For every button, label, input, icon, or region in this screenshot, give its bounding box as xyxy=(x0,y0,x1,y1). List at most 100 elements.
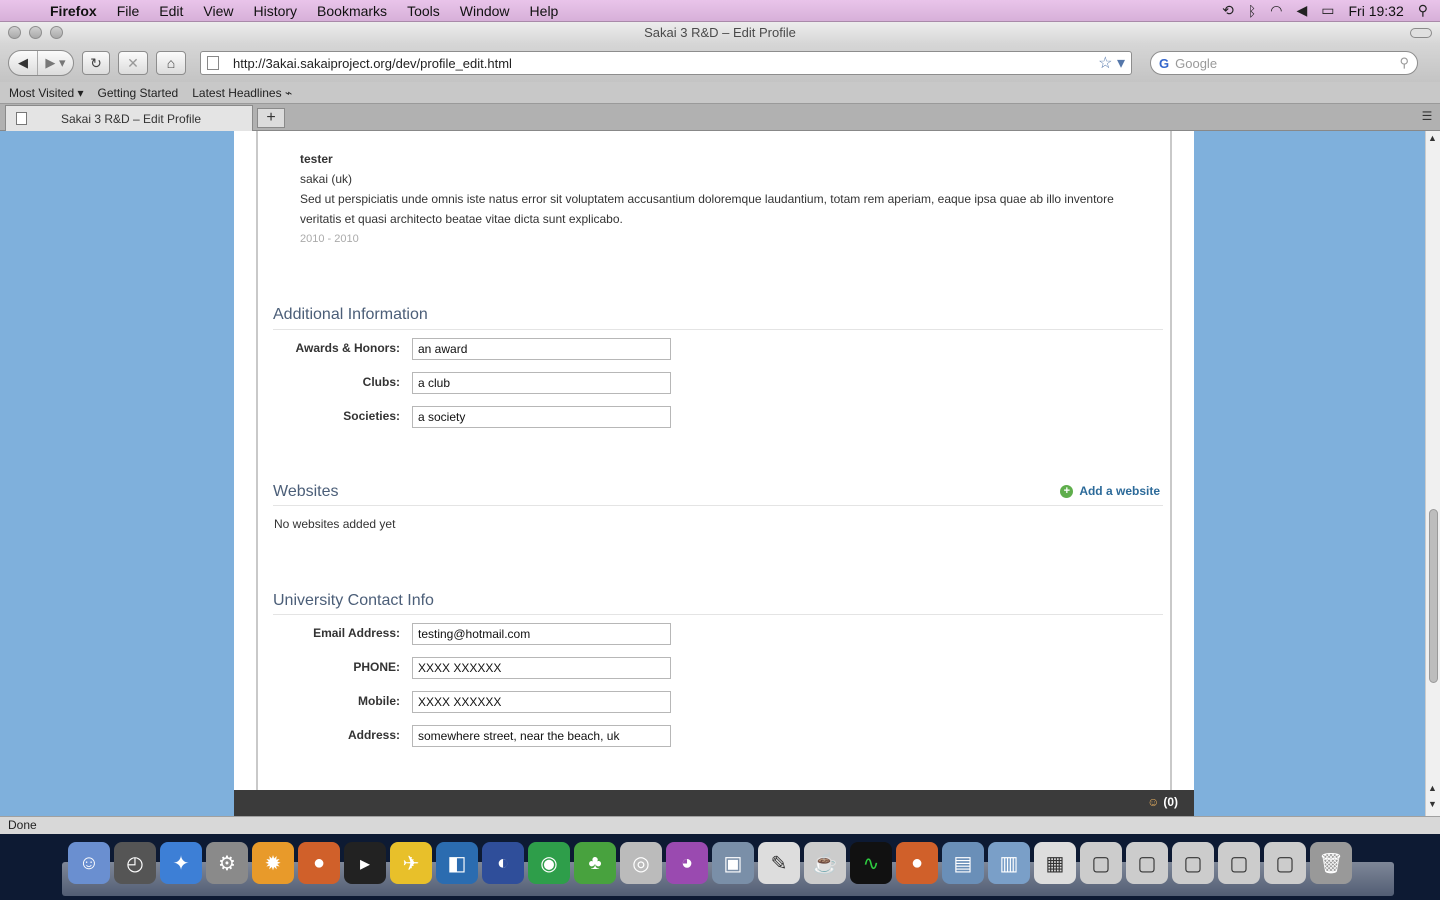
mamp-window-icon[interactable]: ▢ xyxy=(1080,842,1122,884)
web-viewport: tester sakai (uk) Sed ut perspiciatis un… xyxy=(0,131,1440,816)
clubs-input[interactable] xyxy=(412,372,671,394)
url-bar[interactable]: http://3akai.sakaiproject.org/dev/profil… xyxy=(200,51,1132,75)
education-name: tester xyxy=(300,152,333,166)
reload-icon[interactable]: ↻ xyxy=(82,51,110,75)
mac-menubar: Firefox File Edit View History Bookmarks… xyxy=(0,0,1440,22)
skype-icon[interactable]: ◎ xyxy=(620,842,662,884)
minimized-window-icon[interactable]: ▢ xyxy=(1126,842,1168,884)
minimized-window-icon[interactable]: ▢ xyxy=(1218,842,1260,884)
scroll-up-arrow-icon[interactable]: ▲ xyxy=(1428,783,1437,793)
time-machine-icon[interactable]: ⟲ xyxy=(1222,2,1234,19)
awards-input[interactable] xyxy=(412,338,671,360)
bluetooth-icon[interactable]: ᛒ xyxy=(1248,3,1256,19)
stop-icon[interactable]: ✕ xyxy=(118,51,148,75)
tab-page-icon xyxy=(16,112,27,125)
toolbar-toggle-button[interactable] xyxy=(1410,28,1432,38)
mac-dock: ☺ ◴ ✦ ⚙ ✹ ● ▸ ✈ ◧ ◐ ◉ ♣ ◎ ◕ ▣ ✎ ☕ ∿ ● ▤ … xyxy=(0,834,1440,900)
activity-monitor-icon[interactable]: ∿ xyxy=(850,842,892,884)
coffee-app-icon[interactable]: ☕ xyxy=(804,842,846,884)
section-title-websites: Websites xyxy=(273,483,339,500)
new-tab-button[interactable]: + xyxy=(257,108,285,128)
tab-edit-profile[interactable]: Sakai 3 R&D – Edit Profile xyxy=(5,105,253,131)
twitter-bird-icon[interactable]: ✈ xyxy=(390,842,432,884)
scroll-up-arrow-icon[interactable]: ▲ xyxy=(1428,133,1437,143)
minimized-window-icon[interactable]: ▢ xyxy=(1264,842,1306,884)
menu-file[interactable]: File xyxy=(107,3,150,19)
mobile-label: Mobile: xyxy=(358,694,400,708)
web-sharing-globe-icon[interactable]: ◕ xyxy=(666,842,708,884)
applications-folder-icon[interactable]: ▤ xyxy=(942,842,984,884)
status-bar: Done xyxy=(0,816,1440,834)
menu-bookmarks[interactable]: Bookmarks xyxy=(307,3,397,19)
list-all-tabs-icon[interactable]: ☰ xyxy=(1418,109,1436,125)
address-field[interactable] xyxy=(412,725,671,747)
mobile-field[interactable] xyxy=(412,691,671,713)
document-stack-icon[interactable]: ▦ xyxy=(1034,842,1076,884)
menu-tools[interactable]: Tools xyxy=(397,3,450,19)
rss-icon: ⌁ xyxy=(284,85,293,100)
preview-icon[interactable]: ▣ xyxy=(712,842,754,884)
search-input[interactable]: Google xyxy=(1175,56,1393,71)
dashboard-icon[interactable]: ◴ xyxy=(114,842,156,884)
sakai-footer-bar: ☺ (0) xyxy=(234,790,1194,816)
url-text[interactable]: http://3akai.sakaiproject.org/dev/profil… xyxy=(233,56,1098,71)
vertical-scrollbar[interactable]: ▲ ▲ ▼ xyxy=(1425,131,1440,816)
menu-help[interactable]: Help xyxy=(520,3,569,19)
bookmark-getting-started[interactable]: Getting Started xyxy=(98,86,179,100)
window-close-button[interactable] xyxy=(8,26,21,39)
chrome-icon[interactable]: ◉ xyxy=(528,842,570,884)
education-dates: 2010 - 2010 xyxy=(300,233,359,245)
bookmark-most-visited[interactable]: Most Visited ▾ xyxy=(9,86,84,100)
volume-icon[interactable]: ◀ xyxy=(1296,2,1307,19)
bookmark-star-icon[interactable]: ☆ ▾ xyxy=(1098,53,1125,73)
wifi-icon[interactable]: ◠ xyxy=(1270,2,1282,19)
search-bar[interactable]: G Google ⚲ xyxy=(1150,51,1418,75)
system-preferences-icon[interactable]: ⚙ xyxy=(206,842,248,884)
menu-edit[interactable]: Edit xyxy=(149,3,193,19)
bookmark-latest-headlines[interactable]: Latest Headlines ⌁ xyxy=(192,86,292,100)
minimized-window-icon[interactable]: ▢ xyxy=(1172,842,1214,884)
profile-page: tester sakai (uk) Sed ut perspiciatis un… xyxy=(234,131,1194,790)
back-forward-group: ◀ ▶ ▾ xyxy=(8,50,74,76)
scroll-down-arrow-icon[interactable]: ▼ xyxy=(1428,799,1437,809)
mail-app-icon[interactable]: ◧ xyxy=(436,842,478,884)
eclipse-icon[interactable]: ◐ xyxy=(482,842,524,884)
spotlight-search-icon[interactable]: ⚲ xyxy=(1418,2,1428,19)
email-label: Email Address: xyxy=(313,626,400,640)
google-engine-icon[interactable]: G xyxy=(1159,56,1169,71)
section-divider xyxy=(273,329,1163,330)
add-website-link[interactable]: + Add a website xyxy=(1060,484,1160,498)
email-field[interactable] xyxy=(412,623,671,645)
search-magnifier-icon[interactable]: ⚲ xyxy=(1399,55,1409,71)
forward-arrow-icon[interactable]: ▶ ▾ xyxy=(37,51,73,75)
script-editor-icon[interactable]: ✎ xyxy=(758,842,800,884)
window-minimize-button[interactable] xyxy=(29,26,42,39)
profile-content: tester sakai (uk) Sed ut perspiciatis un… xyxy=(256,131,1172,790)
terminal-icon[interactable]: ▸ xyxy=(344,842,386,884)
window-zoom-button[interactable] xyxy=(50,26,63,39)
scrollbar-thumb[interactable] xyxy=(1429,509,1438,683)
menubar-clock[interactable]: Fri 19:32 xyxy=(1348,3,1403,19)
home-icon[interactable]: ⌂ xyxy=(156,51,186,75)
menu-history[interactable]: History xyxy=(243,3,307,19)
back-arrow-icon[interactable]: ◀ xyxy=(9,51,37,75)
phone-label: PHONE: xyxy=(353,660,400,674)
menu-app-firefox[interactable]: Firefox xyxy=(40,3,107,19)
finder-icon[interactable]: ☺ xyxy=(68,842,110,884)
utility-gear-icon[interactable]: ✹ xyxy=(252,842,294,884)
trash-icon[interactable]: 🗑 xyxy=(1310,842,1352,884)
menu-view[interactable]: View xyxy=(193,3,243,19)
documents-folder-icon[interactable]: ▥ xyxy=(988,842,1030,884)
people-online-icon: ☺ xyxy=(1147,795,1160,809)
chat-online-button[interactable]: ☺ (0) xyxy=(1147,795,1178,809)
firefox-icon[interactable]: ● xyxy=(298,842,340,884)
battery-icon[interactable]: ▭ xyxy=(1321,2,1334,19)
menu-window[interactable]: Window xyxy=(450,3,520,19)
safari-icon[interactable]: ✦ xyxy=(160,842,202,884)
education-description: Sed ut perspiciatis unde omnis iste natu… xyxy=(300,192,1114,226)
phone-field[interactable] xyxy=(412,657,671,679)
status-text: Done xyxy=(8,818,37,832)
firefox-icon[interactable]: ● xyxy=(896,842,938,884)
societies-input[interactable] xyxy=(412,406,671,428)
adium-icon[interactable]: ♣ xyxy=(574,842,616,884)
